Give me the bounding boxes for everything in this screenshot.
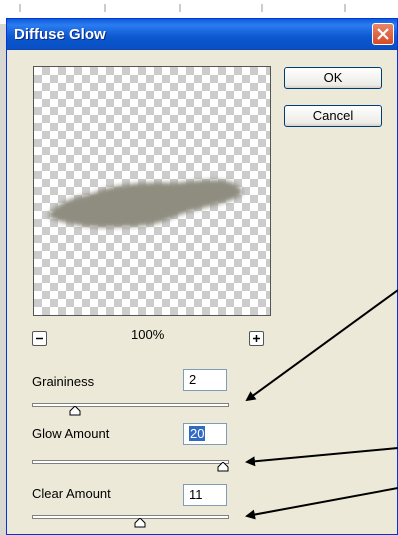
arrow-clear-amount <box>245 487 398 520</box>
annotation-arrows <box>245 289 398 520</box>
arrow-glow-amount <box>245 447 398 467</box>
arrow-graininess <box>245 289 398 402</box>
